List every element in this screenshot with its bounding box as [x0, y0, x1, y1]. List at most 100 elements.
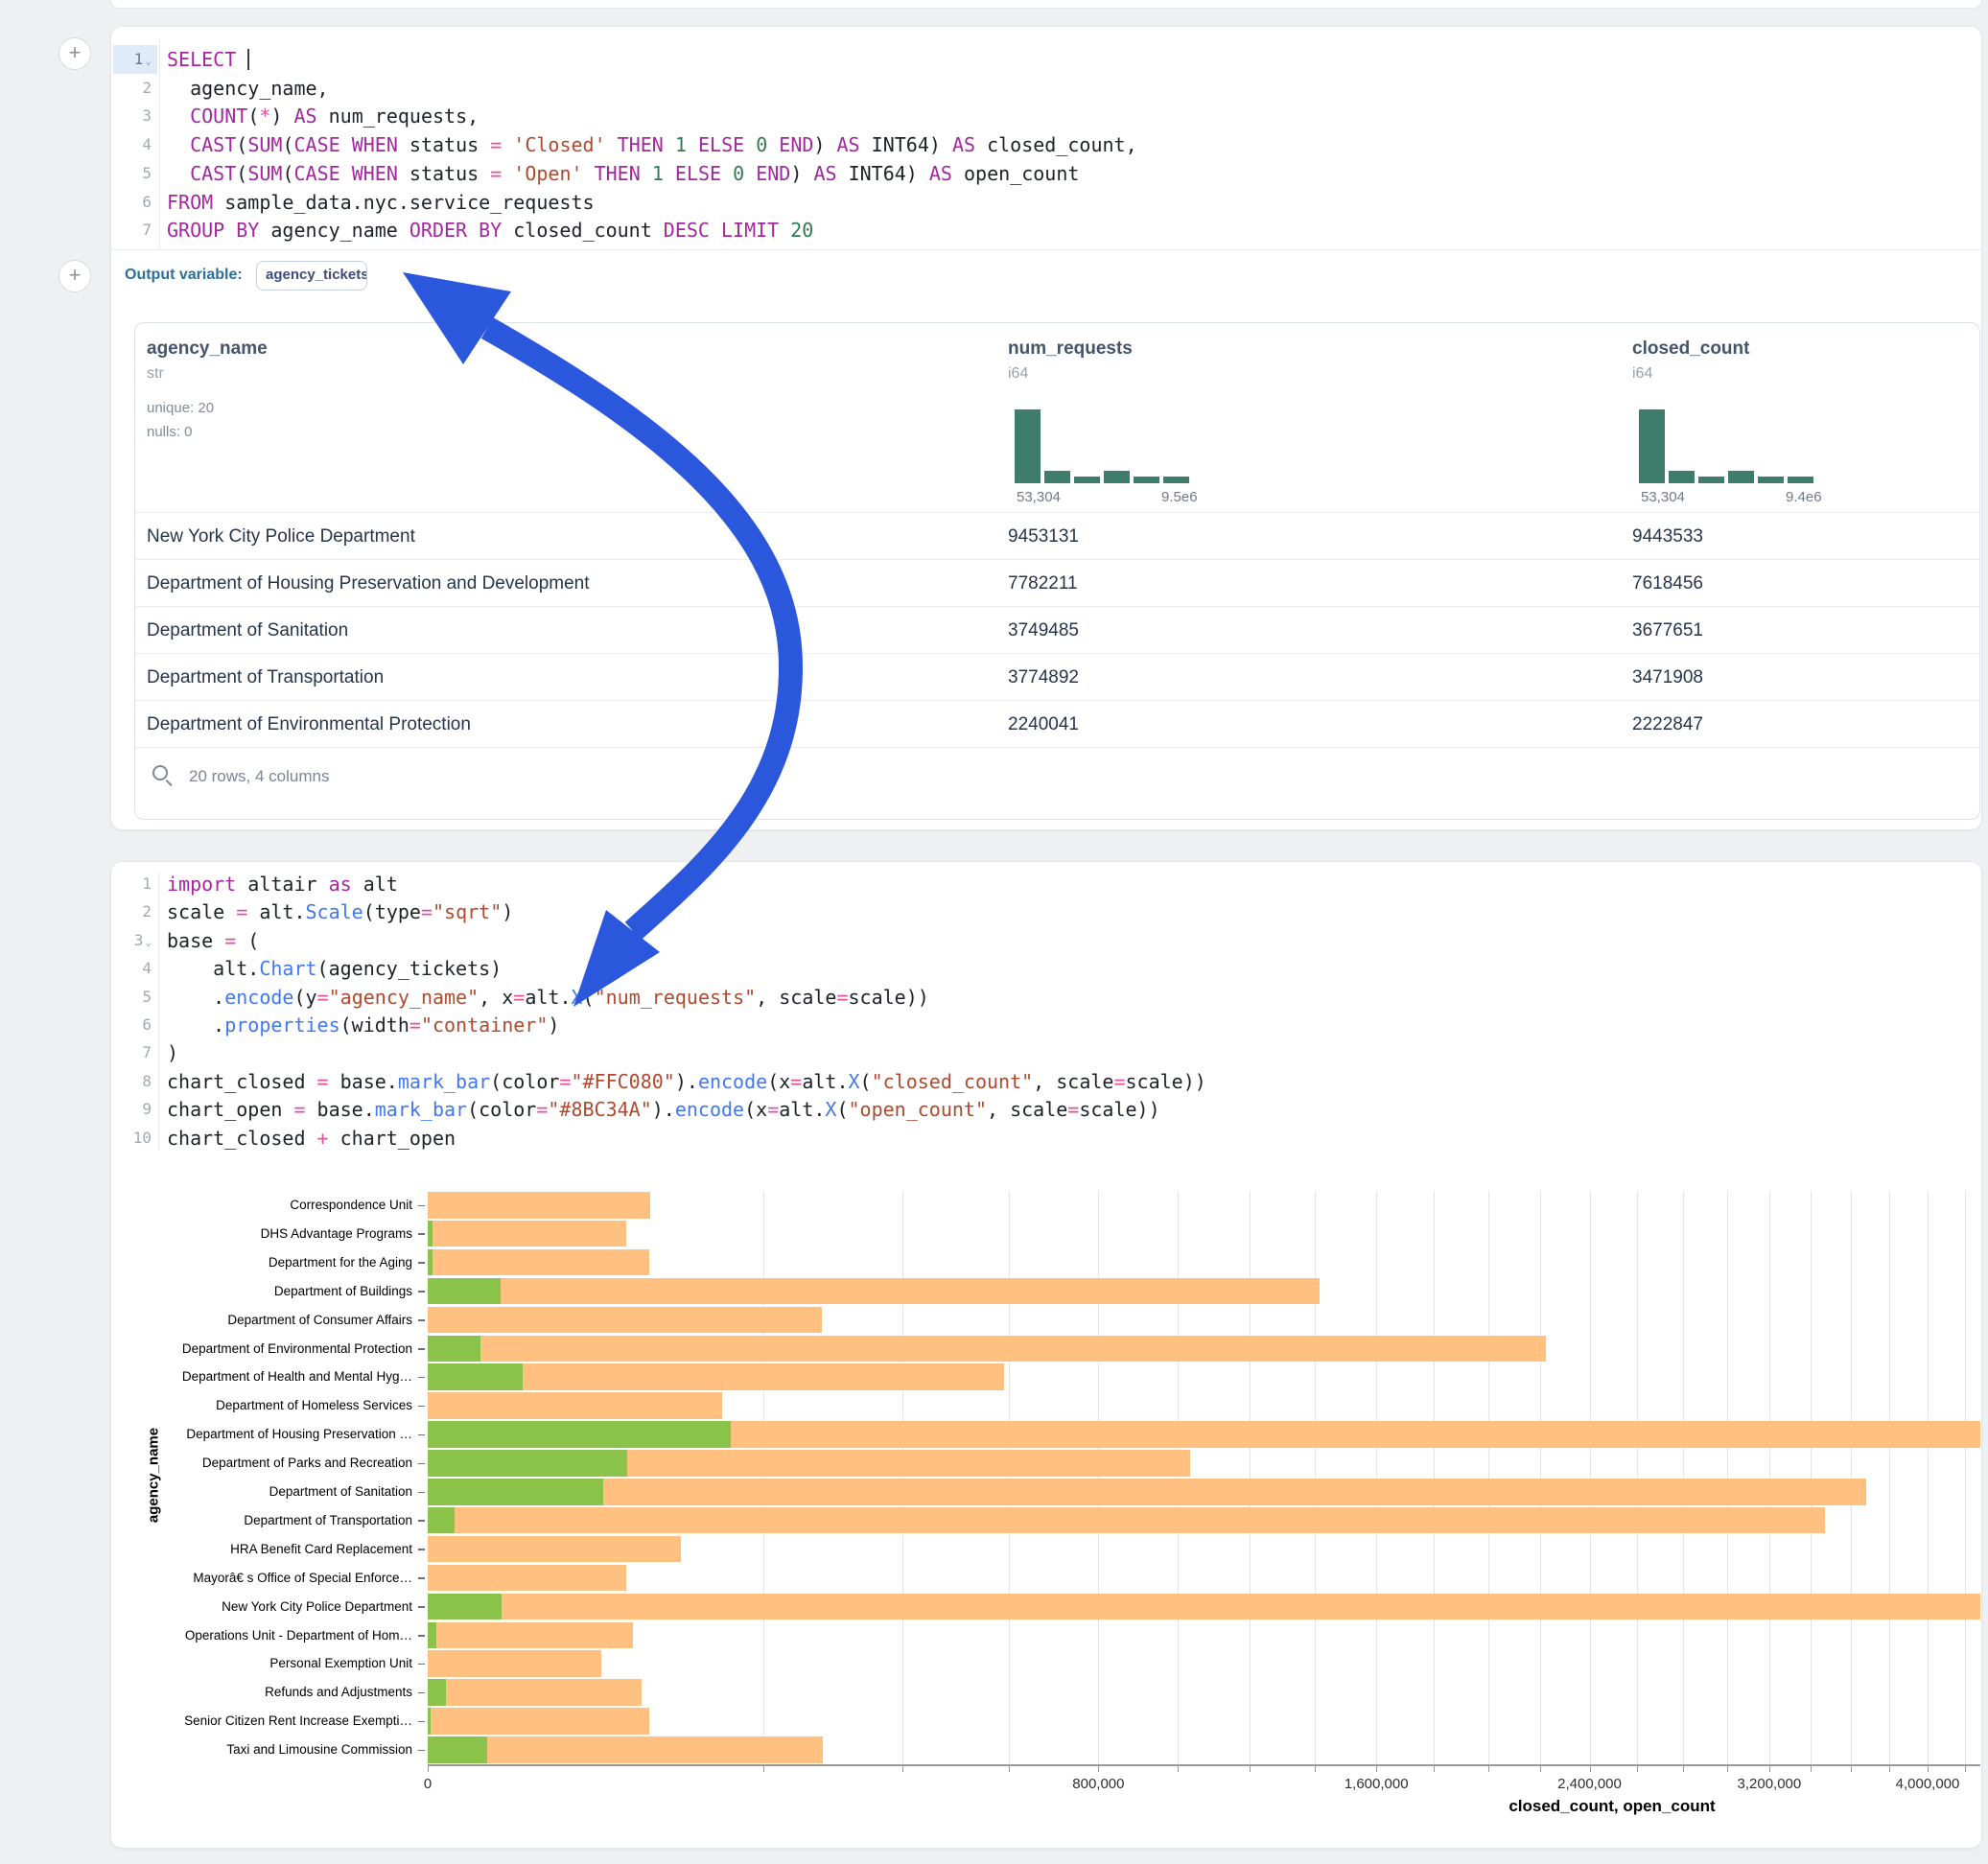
y-axis-label: Personal Exemption Unit — [125, 1649, 412, 1678]
table-row[interactable]: Department of Housing Preservation and D… — [135, 559, 1979, 606]
line-number: 2 — [113, 74, 157, 103]
histogram-bar — [1044, 471, 1070, 483]
open-count-bar — [428, 1421, 731, 1448]
gridline — [1965, 1191, 1966, 1764]
closed-count-bar — [428, 1336, 1546, 1363]
y-axis-tick — [418, 1377, 425, 1379]
y-axis-label: DHS Advantage Programs — [125, 1220, 412, 1248]
open-count-bar — [428, 1249, 433, 1276]
y-axis-label: Department of Homeless Services — [125, 1391, 412, 1420]
column-type: str — [147, 365, 164, 383]
line-number: 6 — [113, 188, 157, 217]
code-text: base = ( — [167, 926, 259, 955]
y-axis-label: Correspondence Unit — [125, 1191, 412, 1220]
table-row[interactable]: Department of Sanitation37494853677651 — [135, 606, 1979, 653]
gridline — [1851, 1191, 1852, 1764]
table-cell: 2222847 — [1632, 701, 1703, 748]
histogram-bar — [1669, 471, 1695, 483]
histogram-bar — [1074, 477, 1100, 483]
line-number: 7 — [113, 216, 157, 245]
y-axis-tick — [418, 1262, 425, 1264]
code-text: alt.Chart(agency_tickets) — [167, 954, 502, 983]
gridline — [1637, 1191, 1638, 1764]
table-row[interactable]: New York City Police Department945313194… — [135, 512, 1979, 559]
output-variable-pill[interactable]: agency_tickets — [256, 261, 367, 291]
histogram-min-label: 53,304 — [1017, 489, 1061, 505]
x-axis-tick — [1540, 1766, 1541, 1772]
column-meta: unique: 20 — [147, 400, 214, 416]
closed-count-bar — [428, 1679, 642, 1706]
histogram-bar — [1104, 471, 1130, 483]
x-axis-tick-label: 0 — [370, 1776, 485, 1792]
text-cursor — [247, 49, 249, 70]
code-text: GROUP BY agency_name ORDER BY closed_cou… — [167, 216, 813, 245]
code-text: FROM sample_data.nyc.service_requests — [167, 188, 595, 217]
code-line: 1import altair as alt — [0, 870, 1976, 898]
table-cell: 7782211 — [1008, 560, 1078, 607]
x-axis-tick — [1009, 1766, 1010, 1772]
table-cell: Department of Environmental Protection — [147, 701, 471, 748]
histogram-bar — [1163, 477, 1189, 483]
table-cell: 3774892 — [1008, 654, 1079, 701]
open-count-bar — [428, 1278, 501, 1305]
open-count-bar — [428, 1736, 487, 1763]
y-axis-label: Refunds and Adjustments — [125, 1678, 412, 1707]
x-axis-tick — [1488, 1766, 1489, 1772]
code-line: 6 .properties(width="container") — [0, 1011, 1976, 1039]
code-text: SELECT — [167, 45, 249, 74]
closed-count-bar — [428, 1708, 649, 1735]
line-number: 3⌄ — [113, 926, 157, 955]
open-count-bar — [428, 1507, 455, 1534]
x-axis-tick-label: 4,000,000 — [1870, 1776, 1985, 1792]
y-axis-label: HRA Benefit Card Replacement — [125, 1535, 412, 1564]
table-cell: 2240041 — [1008, 701, 1079, 748]
output-variable-label: Output variable: — [125, 267, 243, 284]
x-axis-tick — [1178, 1766, 1179, 1772]
results-table: agency_namestrunique: 20nulls: 0num_requ… — [134, 322, 1980, 820]
histogram-bar — [1698, 477, 1724, 483]
code-text: chart_closed + chart_open — [167, 1124, 456, 1153]
y-axis-tick — [418, 1577, 425, 1579]
table-cell: 3677651 — [1632, 607, 1703, 654]
search-icon[interactable] — [152, 765, 168, 781]
y-axis-tick — [418, 1549, 425, 1550]
code-text: COUNT(*) AS num_requests, — [167, 102, 479, 130]
gridline — [1540, 1191, 1541, 1764]
x-axis-tick — [1376, 1766, 1377, 1772]
x-axis-tick — [1928, 1766, 1929, 1772]
code-line: 6 FROM sample_data.nyc.service_requests — [0, 188, 1976, 217]
closed-count-bar — [428, 1507, 1825, 1534]
gridline — [1889, 1191, 1890, 1764]
column-meta: nulls: 0 — [147, 424, 193, 440]
table-cell: 7618456 — [1632, 560, 1703, 607]
code-text: CAST(SUM(CASE WHEN status = 'Open' THEN … — [167, 159, 1079, 188]
y-axis-label: Department of Consumer Affairs — [125, 1306, 412, 1335]
code-line: 2scale = alt.Scale(type="sqrt") — [0, 897, 1976, 926]
y-axis-label: Department of Health and Mental Hyg… — [125, 1363, 412, 1391]
code-text: agency_name, — [167, 74, 329, 103]
y-axis-label: Taxi and Limousine Commission — [125, 1736, 412, 1764]
column-title: closed_count — [1632, 338, 1749, 360]
closed-count-bar — [428, 1479, 1866, 1505]
x-axis-tick-label: 800,000 — [1041, 1776, 1156, 1792]
y-axis-tick — [418, 1233, 425, 1235]
column-type: i64 — [1632, 365, 1652, 383]
code-text: .encode(y="agency_name", x=alt.X("num_re… — [167, 983, 929, 1012]
open-count-bar — [428, 1363, 523, 1390]
y-axis-tick — [418, 1492, 425, 1494]
y-axis-tick — [418, 1463, 425, 1465]
closed-count-bar — [428, 1392, 722, 1419]
code-text: ) — [167, 1038, 178, 1067]
table-row[interactable]: Department of Environmental Protection 22… — [135, 700, 1979, 747]
table-row[interactable]: Department of Transportation377489234719… — [135, 653, 1979, 700]
line-number: 2 — [113, 897, 157, 926]
add-cell-button-below-sql[interactable]: + — [58, 260, 91, 292]
x-axis-tick — [1315, 1766, 1316, 1772]
column-title: num_requests — [1008, 338, 1133, 360]
x-axis-tick-label: 2,400,000 — [1532, 1776, 1648, 1792]
code-line: 5 .encode(y="agency_name", x=alt.X("num_… — [0, 983, 1976, 1012]
gridline — [1376, 1191, 1377, 1764]
gridline — [1315, 1191, 1316, 1764]
line-number: 5 — [113, 159, 157, 188]
gridline — [1928, 1191, 1929, 1764]
